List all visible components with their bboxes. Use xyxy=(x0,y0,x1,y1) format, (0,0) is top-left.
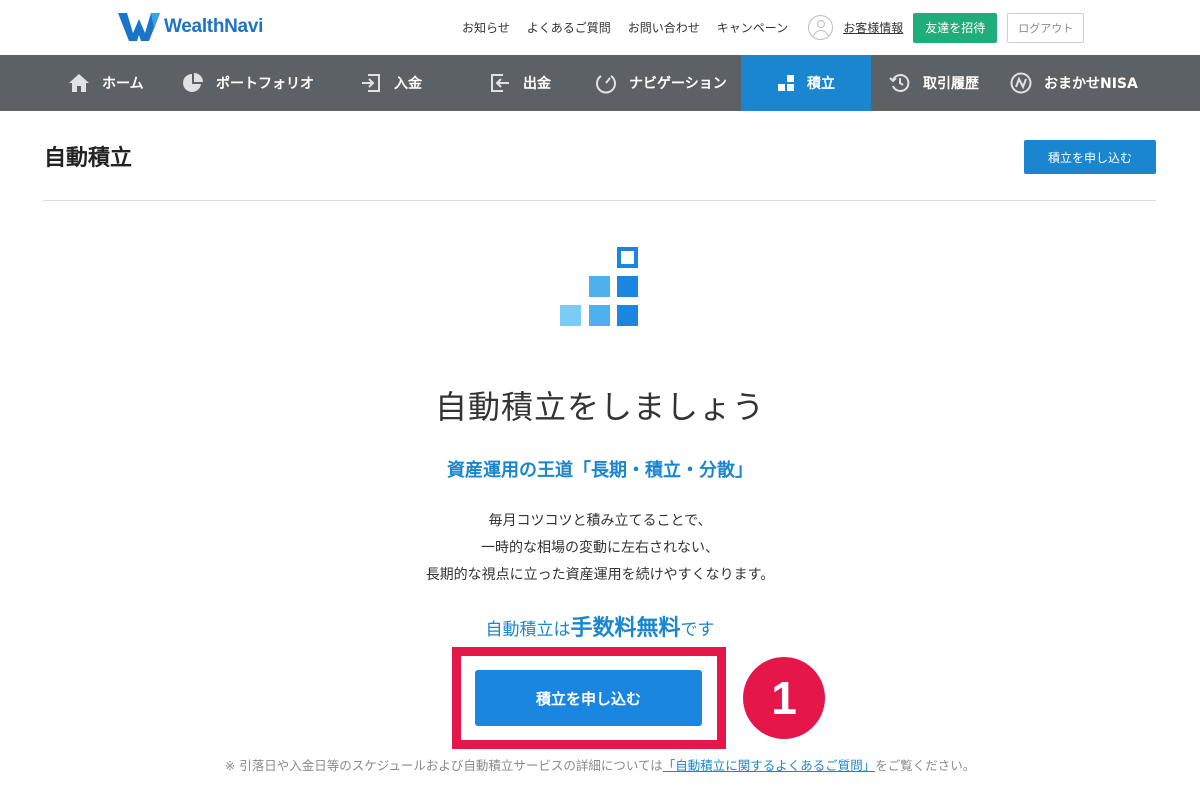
nav-label-nisa: おまかせNISA xyxy=(1044,76,1138,92)
headline: 自動積立をしましょう xyxy=(434,388,765,426)
footnote-prefix: ※ 引落日や入金日等のスケジュールおよび自動積立サービスの詳細については xyxy=(224,758,663,773)
account-menu[interactable]: お客様情報 xyxy=(808,15,903,40)
nav-item-withdraw[interactable]: 出金 xyxy=(489,55,551,111)
main-nav: ホーム ポートフォリオ 入金 出金 ナビゲーション 積立 取引履歴 おまかせNI… xyxy=(0,55,1200,111)
contact-link[interactable]: お問い合わせ xyxy=(628,19,700,36)
description: 毎月コツコツと積み立てることで、 一時的な相場の変動に左右されない、 長期的な視… xyxy=(0,508,1200,589)
nav-item-history[interactable]: 取引履歴 xyxy=(889,55,979,111)
deposit-icon xyxy=(362,74,380,92)
news-link[interactable]: お知らせ xyxy=(462,19,510,36)
nav-label-home: ホーム xyxy=(102,76,144,92)
nav-label-withdraw: 出金 xyxy=(523,76,551,92)
tsumitate-blocks-icon xyxy=(560,247,640,327)
faq-link[interactable]: よくあるご質問 xyxy=(527,19,611,36)
description-line-3: 長期的な視点に立った資産運用を続けやすくなります。 xyxy=(425,567,775,583)
home-icon xyxy=(69,74,89,92)
account-info-link[interactable]: お客様情報 xyxy=(843,19,903,36)
invite-friend-button[interactable]: 友達を招待 xyxy=(913,12,998,43)
nav-item-deposit[interactable]: 入金 xyxy=(360,55,422,111)
nav-label-portfolio: ポートフォリオ xyxy=(216,76,314,92)
nav-item-navigation[interactable]: ナビゲーション xyxy=(595,55,727,111)
fee-notice: 自動積立は手数料無料です xyxy=(0,610,1200,642)
footnote: ※ 引落日や入金日等のスケジュールおよび自動積立サービスの詳細については「自動積… xyxy=(0,755,1200,774)
fee-suffix: です xyxy=(680,620,715,640)
fee-prefix: 自動積立は xyxy=(485,620,571,640)
description-line-1: 毎月コツコツと積み立てることで、 xyxy=(488,513,712,529)
faq-tsumitate-link[interactable]: 「自動積立に関するよくあるご質問」 xyxy=(663,758,876,773)
top-links: お知らせ よくあるご質問 お問い合わせ キャンペーン お客様情報 友達を招待 ロ… xyxy=(462,0,1085,55)
logo-w-icon xyxy=(118,13,160,41)
apply-tsumitate-button-top[interactable]: 積立を申し込む xyxy=(1024,140,1156,174)
pie-chart-icon xyxy=(183,73,203,92)
step-number-badge: 1 xyxy=(743,657,825,739)
nav-item-portfolio[interactable]: ポートフォリオ xyxy=(182,55,314,111)
logout-button[interactable]: ログアウト xyxy=(1007,12,1085,43)
withdraw-icon xyxy=(491,74,509,92)
subhead: 資産運用の王道「長期・積立・分散」 xyxy=(447,460,753,481)
nav-item-home[interactable]: ホーム xyxy=(68,55,144,111)
nav-label-deposit: 入金 xyxy=(394,76,422,92)
description-line-2: 一時的な相場の変動に左右されない、 xyxy=(481,540,719,556)
wealthnavi-logo[interactable]: WealthNavi xyxy=(118,13,263,41)
top-header: WealthNavi お知らせ よくあるご質問 お問い合わせ キャンペーン お客… xyxy=(0,0,1200,55)
nav-item-tsumitate[interactable]: 積立 xyxy=(741,55,871,111)
nav-item-nisa[interactable]: おまかせNISA xyxy=(1010,55,1138,111)
logo-text: WealthNavi xyxy=(164,16,264,37)
campaign-link[interactable]: キャンペーン xyxy=(717,19,788,36)
user-avatar-icon[interactable] xyxy=(808,15,834,40)
nav-label-tsumitate: 積立 xyxy=(807,76,835,92)
page-title: 自動積立 xyxy=(44,146,133,171)
fee-free-emphasis: 手数料無料 xyxy=(570,616,681,641)
stairs-blocks-icon xyxy=(778,75,794,91)
gauge-icon xyxy=(596,75,616,94)
footnote-suffix: をご覧ください。 xyxy=(875,758,976,773)
history-icon xyxy=(889,74,910,92)
nav-label-navigation: ナビゲーション xyxy=(629,76,727,92)
apply-tsumitate-button[interactable]: 積立を申し込む xyxy=(475,670,702,726)
title-divider xyxy=(43,200,1156,201)
nav-label-history: 取引履歴 xyxy=(923,76,979,92)
nisa-logo-icon xyxy=(1010,72,1032,94)
